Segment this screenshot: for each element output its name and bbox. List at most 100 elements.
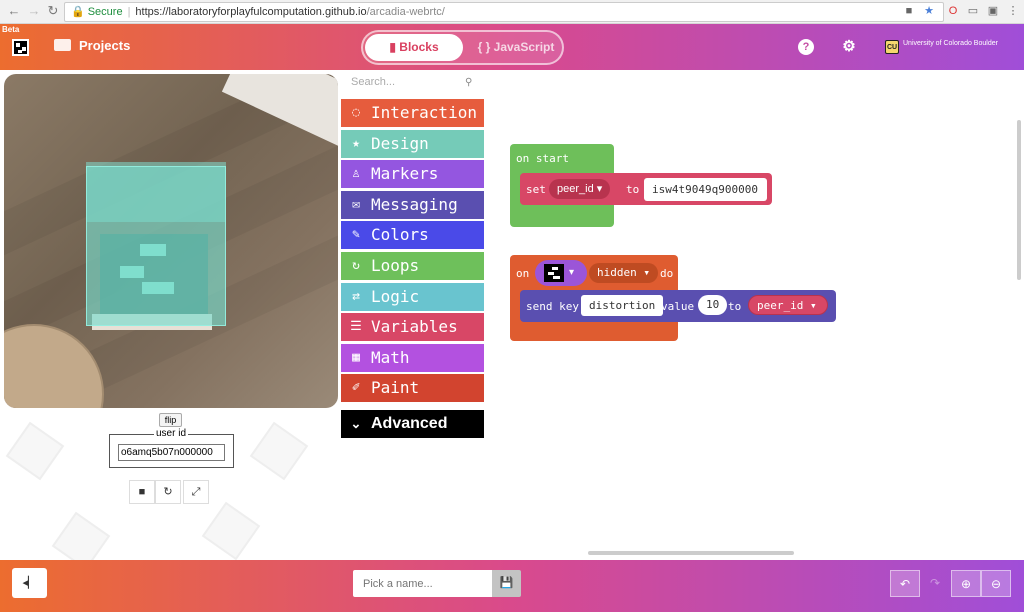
- refresh-icon: ↻: [352, 258, 360, 273]
- beta-badge: Beta: [2, 25, 20, 34]
- joystick-icon: ♙: [352, 166, 360, 182]
- category-paint[interactable]: ✐ Paint: [341, 374, 484, 403]
- url-base: https://laboratoryforplayfulcomputation.…: [135, 6, 367, 18]
- category-label: Interaction: [371, 103, 477, 122]
- fullscreen-button[interactable]: ⤢: [183, 480, 209, 504]
- number-value-field[interactable]: 10: [698, 295, 728, 315]
- envelope-icon: ✉: [352, 196, 360, 212]
- category-design[interactable]: ★ Design: [341, 129, 484, 158]
- app-logo-icon[interactable]: [12, 39, 29, 56]
- send-key-label: send key: [526, 300, 579, 313]
- marker-watermark: [249, 421, 309, 481]
- value-label: value: [661, 300, 695, 313]
- marker-watermark: [51, 511, 111, 560]
- editor-toggle: ▮ Blocks { } JavaScript: [361, 30, 564, 65]
- ar-cube: [86, 166, 226, 326]
- user-id-input[interactable]: [118, 444, 225, 461]
- address-bar[interactable]: 🔒 Secure | https://laboratoryforplayfulcomp…: [64, 2, 944, 22]
- list-icon: ☰: [350, 319, 362, 335]
- search-icon[interactable]: ⚲: [465, 77, 472, 88]
- gear-icon[interactable]: ⚙: [841, 39, 857, 55]
- category-label: Markers: [371, 164, 439, 184]
- on-start-label: on start: [516, 152, 569, 165]
- category-math[interactable]: ▦ Math: [341, 343, 484, 372]
- tab-javascript[interactable]: { } JavaScript: [471, 34, 561, 61]
- projects-button[interactable]: Projects: [54, 38, 130, 53]
- project-name-input[interactable]: [353, 570, 492, 597]
- zoom-in-button[interactable]: ⊕: [951, 570, 981, 597]
- horizontal-scrollbar[interactable]: [588, 551, 794, 555]
- category-variables[interactable]: ☰ Variables: [341, 313, 484, 342]
- user-id-legend: user id: [154, 428, 189, 439]
- lock-icon: 🔒: [71, 6, 85, 18]
- category-label: Math: [371, 347, 410, 367]
- back-icon[interactable]: ←: [6, 3, 22, 19]
- do-label: do: [660, 267, 674, 280]
- reload-icon[interactable]: ↻: [45, 3, 61, 19]
- simulator-panel: flip user id ■ ↻ ⤢: [0, 70, 341, 560]
- camera-icon[interactable]: ■: [902, 4, 916, 18]
- chevron-down-icon: ▾: [569, 267, 575, 278]
- category-markers[interactable]: ♙ Markers: [341, 160, 484, 189]
- chevron-down-icon: ⌄: [350, 416, 362, 431]
- event-dropdown-hidden[interactable]: hidden ▾: [589, 263, 658, 283]
- folder-icon: [54, 39, 71, 51]
- category-interaction[interactable]: ◌ Interaction: [341, 99, 484, 127]
- category-label: Design: [371, 133, 429, 153]
- brush-icon: ✎: [352, 227, 360, 243]
- shield-extension-icon[interactable]: ▣: [986, 4, 1000, 18]
- category-colors[interactable]: ✎ Colors: [341, 221, 484, 250]
- marker-thumbnail-icon: [544, 264, 564, 282]
- category-label: Logic: [371, 286, 420, 306]
- variable-dropdown-peer-id[interactable]: peer_id ▾: [748, 295, 828, 315]
- collapse-simulator-button[interactable]: ◂▏: [12, 568, 47, 598]
- paintbrush-icon: ✐: [352, 380, 360, 396]
- category-label: Loops: [371, 256, 420, 275]
- user-id-fieldset: user id: [109, 428, 234, 468]
- restart-button[interactable]: ↻: [155, 480, 181, 504]
- blocks-workspace[interactable]: on start set peer_id ▾ to isw4t9049q9000…: [485, 70, 1024, 560]
- secure-label: Secure: [87, 6, 123, 18]
- category-loops[interactable]: ↻ Loops: [341, 252, 484, 280]
- redo-button[interactable]: ↷: [920, 570, 950, 597]
- marker-watermark: [201, 501, 261, 560]
- app-footer: ◂▏ 💾 ↶ ↷ ⊕ ⊖: [0, 560, 1024, 612]
- puzzle-icon: ▮: [389, 40, 396, 54]
- url-path: /arcadia-webrtc/: [366, 6, 445, 18]
- camera-feed: [4, 74, 338, 408]
- stop-button[interactable]: ■: [129, 480, 155, 504]
- opera-icon[interactable]: O: [946, 4, 960, 18]
- key-value-field[interactable]: distortion: [581, 295, 664, 316]
- peer-id-value-field[interactable]: isw4t9049q900000: [644, 178, 767, 201]
- bookmark-star-icon[interactable]: ★: [922, 4, 936, 18]
- university-logo[interactable]: CUUniversity of Colorado Boulder: [885, 40, 998, 54]
- marker-dropdown[interactable]: ▾: [535, 260, 587, 286]
- tab-blocks[interactable]: ▮ Blocks: [365, 34, 463, 61]
- menu-icon[interactable]: ⋮: [1006, 4, 1020, 18]
- save-icon[interactable]: 💾: [492, 570, 521, 597]
- block-toolbox: Search... ⚲ ◌ Interaction ★ Design ♙ Markers ✉…: [341, 70, 485, 560]
- category-messaging[interactable]: ✉ Messaging: [341, 190, 484, 219]
- to-label: to: [626, 183, 640, 196]
- star-icon: ★: [352, 135, 360, 151]
- category-label: Messaging: [371, 194, 458, 214]
- variable-dropdown-peer-id[interactable]: peer_id ▾: [549, 179, 611, 199]
- spinner-icon: ◌: [352, 105, 360, 120]
- shuffle-icon: ⇄: [352, 288, 360, 304]
- category-label: Variables: [371, 317, 458, 337]
- app-header: Beta Projects ▮ Blocks { } JavaScript ? …: [0, 24, 1024, 70]
- help-icon[interactable]: ?: [798, 39, 814, 55]
- undo-button[interactable]: ↶: [890, 570, 920, 597]
- extension-icon[interactable]: ▭: [966, 4, 980, 18]
- zoom-out-button[interactable]: ⊖: [981, 570, 1011, 597]
- browser-toolbar: ← → ↻ 🔒 Secure | https://laboratoryforplayf…: [0, 0, 1024, 24]
- vertical-scrollbar[interactable]: [1017, 120, 1021, 280]
- to-label: to: [728, 300, 742, 313]
- category-logic[interactable]: ⇄ Logic: [341, 282, 484, 311]
- forward-icon[interactable]: →: [26, 3, 42, 19]
- category-advanced[interactable]: ⌄ Advanced: [341, 410, 484, 438]
- toolbox-search-input[interactable]: Search...: [351, 76, 475, 92]
- flip-button[interactable]: flip: [159, 413, 182, 427]
- cu-logo-icon: CU: [885, 40, 899, 54]
- set-label: set: [526, 183, 546, 196]
